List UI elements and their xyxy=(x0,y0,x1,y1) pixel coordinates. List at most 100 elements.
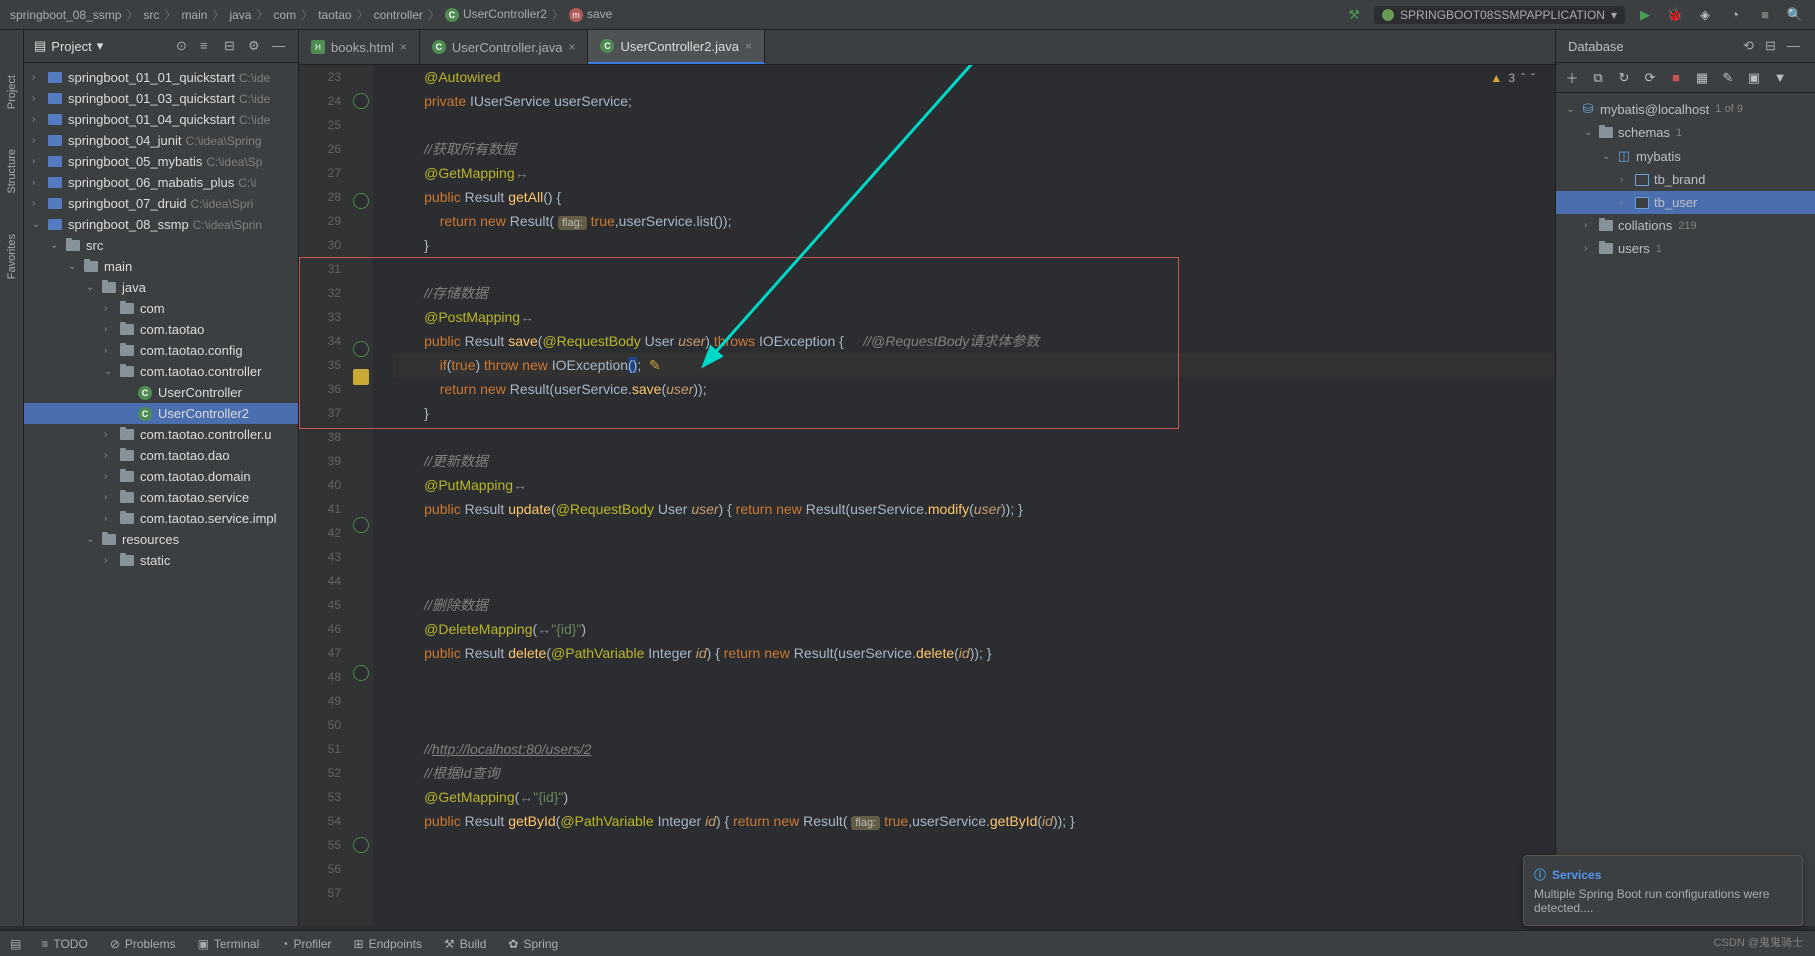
db-tree-item[interactable]: ⌄schemas1 xyxy=(1556,121,1815,144)
tool-window-button[interactable]: ≡TODO xyxy=(41,937,87,951)
tree-item[interactable]: ›springboot_01_03_quickstartC:\ide xyxy=(24,88,298,109)
favorites-tab[interactable]: Favorites xyxy=(6,229,18,284)
chevron-up-icon[interactable]: ˆ xyxy=(1521,71,1525,85)
run-icon[interactable]: ▶ xyxy=(1635,5,1655,25)
code-area[interactable]: 2324252627282930313233343536373839404142… xyxy=(299,65,1555,926)
expand-icon[interactable]: ≡ xyxy=(200,38,216,54)
refresh-icon[interactable]: ⟲ xyxy=(1743,38,1759,54)
tree-item[interactable]: CUserController2 xyxy=(24,403,298,424)
tree-item[interactable]: ⌄resources xyxy=(24,529,298,550)
run-gutter-icon[interactable] xyxy=(353,517,369,533)
db-tree-item[interactable]: ⌄⛁mybatis@localhost1 of 9 xyxy=(1556,97,1815,121)
tree-item[interactable]: ⌄src xyxy=(24,235,298,256)
tool-window-button[interactable]: ⊘Problems xyxy=(110,937,176,951)
tool-window-button[interactable]: ◔Profiler xyxy=(281,937,331,951)
add-datasource-icon[interactable]: ＋ xyxy=(1564,70,1580,86)
breadcrumb-segment[interactable]: java xyxy=(229,8,251,22)
breadcrumb-segment[interactable]: msave xyxy=(569,7,612,22)
run-gutter-icon[interactable] xyxy=(353,665,369,681)
run-gutter-icon[interactable] xyxy=(353,837,369,853)
duplicate-icon[interactable]: ⧉ xyxy=(1590,70,1606,86)
db-tree-item[interactable]: ›tb_brand xyxy=(1556,168,1815,191)
tool-window-button[interactable]: ✿Spring xyxy=(508,937,558,951)
tool-window-button[interactable]: ⊞Endpoints xyxy=(354,937,422,951)
close-icon[interactable]: × xyxy=(568,40,575,54)
chevron-down-icon[interactable]: ˇ xyxy=(1531,71,1535,85)
db-tree-item[interactable]: ⌄◫mybatis xyxy=(1556,144,1815,168)
tree-item[interactable]: ›springboot_01_01_quickstartC:\ide xyxy=(24,67,298,88)
tree-item[interactable]: ›springboot_06_mabatis_plusC:\i xyxy=(24,172,298,193)
table-icon[interactable]: ▦ xyxy=(1694,70,1710,86)
notification-popup[interactable]: ⓘServices Multiple Spring Boot run confi… xyxy=(1523,855,1803,926)
tree-item[interactable]: ⌄com.taotao.controller xyxy=(24,361,298,382)
console-icon[interactable]: ▣ xyxy=(1746,70,1762,86)
run-config-selector[interactable]: SPRINGBOOT08SSMPAPPLICATION ▾ xyxy=(1374,6,1625,24)
breadcrumb-segment[interactable]: taotao xyxy=(318,8,351,22)
edit-icon[interactable]: ✎ xyxy=(1720,70,1736,86)
tree-item[interactable]: ⌄main xyxy=(24,256,298,277)
hammer-icon[interactable]: ⚒ xyxy=(1344,5,1364,25)
editor-tab[interactable]: CUserController.java× xyxy=(420,30,589,64)
breadcrumb-segment[interactable]: CUserController2 xyxy=(445,7,547,22)
database-panel-title: Database xyxy=(1568,39,1624,54)
settings-icon[interactable]: ⚙ xyxy=(248,38,264,54)
close-icon[interactable]: × xyxy=(400,40,407,54)
code-editor[interactable]: @Autowired private IUserService userServ… xyxy=(373,65,1555,926)
tree-item[interactable]: CUserController xyxy=(24,382,298,403)
tree-item[interactable]: ›com.taotao.config xyxy=(24,340,298,361)
project-tree[interactable]: ›springboot_01_01_quickstartC:\ide›sprin… xyxy=(24,63,298,926)
tree-item[interactable]: ⌄java xyxy=(24,277,298,298)
coverage-icon[interactable]: ◈ xyxy=(1695,5,1715,25)
sync-icon[interactable]: ↻ xyxy=(1616,70,1632,86)
tree-item[interactable]: ›com.taotao xyxy=(24,319,298,340)
tool-window-button[interactable]: ▣Terminal xyxy=(198,937,260,951)
close-icon[interactable]: × xyxy=(745,39,752,53)
run-gutter-icon[interactable] xyxy=(353,93,369,109)
select-opened-icon[interactable]: ⊙ xyxy=(176,38,192,54)
tree-item[interactable]: ›springboot_07_druidC:\idea\Spri xyxy=(24,193,298,214)
collapse-icon[interactable]: ⊟ xyxy=(224,38,240,54)
breadcrumb-segment[interactable]: main xyxy=(181,8,207,22)
run-gutter-icon[interactable] xyxy=(353,193,369,209)
profile-icon[interactable]: ◔ xyxy=(1725,5,1745,25)
breadcrumb-segment[interactable]: springboot_08_ssmp xyxy=(10,8,121,22)
database-tree[interactable]: ⌄⛁mybatis@localhost1 of 9⌄schemas1⌄◫myba… xyxy=(1556,93,1815,926)
stop-icon[interactable]: ■ xyxy=(1755,5,1775,25)
project-tab[interactable]: Project xyxy=(6,70,18,114)
collapse-icon[interactable]: ⊟ xyxy=(1765,38,1781,54)
filter-icon[interactable]: ▼ xyxy=(1772,70,1788,86)
tree-item[interactable]: ›static xyxy=(24,550,298,571)
tool-window-button[interactable]: ▤ xyxy=(10,937,21,951)
breadcrumb-segment[interactable]: com xyxy=(274,8,297,22)
db-tree-item[interactable]: ›collations219 xyxy=(1556,214,1815,237)
project-panel-title[interactable]: ▤ Project ▾ xyxy=(34,38,103,54)
tree-item[interactable]: ›com.taotao.service.impl xyxy=(24,508,298,529)
run-gutter-icon[interactable] xyxy=(353,341,369,357)
stop-icon[interactable]: ■ xyxy=(1668,70,1684,86)
breadcrumb-segment[interactable]: src xyxy=(143,8,159,22)
db-tree-item[interactable]: ›users1 xyxy=(1556,237,1815,260)
tree-item[interactable]: ›springboot_05_mybatisC:\idea\Sp xyxy=(24,151,298,172)
tree-item[interactable]: ›com.taotao.dao xyxy=(24,445,298,466)
hide-icon[interactable]: — xyxy=(1787,38,1803,54)
tree-item[interactable]: ›springboot_01_04_quickstartC:\ide xyxy=(24,109,298,130)
debug-icon[interactable]: 🐞 xyxy=(1665,5,1685,25)
hide-icon[interactable]: — xyxy=(272,38,288,54)
tree-item[interactable]: ›com.taotao.controller.u xyxy=(24,424,298,445)
tool-window-button[interactable]: ⚒Build xyxy=(444,937,486,951)
tree-item[interactable]: ›com.taotao.service xyxy=(24,487,298,508)
breadcrumb-segment[interactable]: controller xyxy=(374,8,423,22)
tree-item[interactable]: ›com xyxy=(24,298,298,319)
tree-item[interactable]: ›springboot_04_junitC:\idea\Spring xyxy=(24,130,298,151)
tree-item[interactable]: ›com.taotao.domain xyxy=(24,466,298,487)
db-tree-item[interactable]: ›tb_user xyxy=(1556,191,1815,214)
structure-tab[interactable]: Structure xyxy=(6,144,18,199)
editor-tab[interactable]: CUserController2.java× xyxy=(588,30,765,64)
intention-bulb-icon[interactable] xyxy=(353,369,369,385)
tree-item[interactable]: ⌄springboot_08_ssmpC:\idea\Sprin xyxy=(24,214,298,235)
run-config-name: SPRINGBOOT08SSMPAPPLICATION xyxy=(1400,8,1605,22)
editor-tab[interactable]: Hbooks.html× xyxy=(299,30,420,64)
search-icon[interactable]: 🔍 xyxy=(1785,5,1805,25)
inspection-indicator[interactable]: ▲ 3 ˆ ˇ xyxy=(1490,71,1535,85)
rollback-icon[interactable]: ⟳ xyxy=(1642,70,1658,86)
